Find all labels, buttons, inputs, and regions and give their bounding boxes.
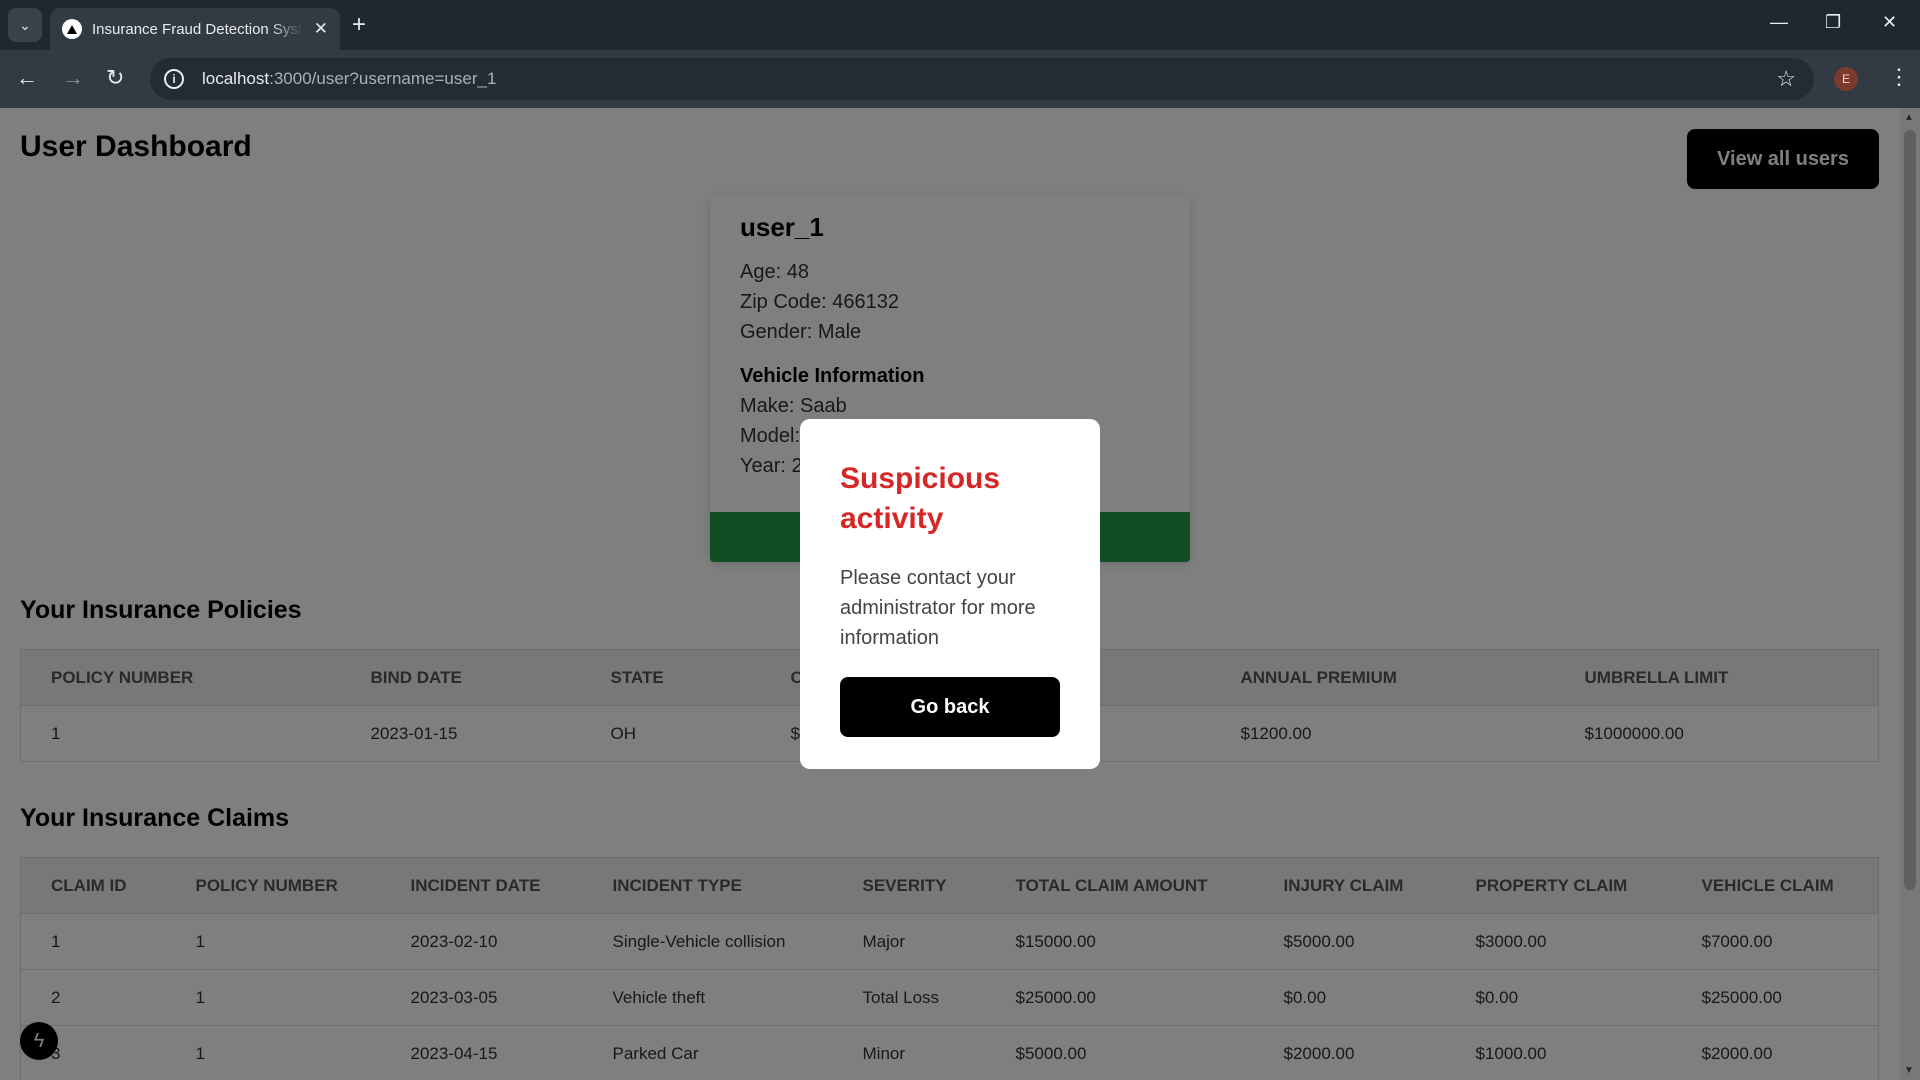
tab-search-button[interactable]: ⌄ — [8, 8, 42, 42]
tab-title: Insurance Fraud Detection System — [92, 20, 302, 38]
site-info-icon[interactable]: i — [164, 69, 184, 89]
nextjs-favicon-icon — [62, 19, 82, 39]
modal-message: Please contact your administrator for mo… — [840, 567, 1036, 649]
go-back-button[interactable]: Go back — [840, 677, 1060, 737]
browser-menu-icon[interactable]: ⋮ — [1888, 64, 1910, 90]
close-tab-icon[interactable]: ✕ — [314, 19, 328, 39]
url-text: localhost:3000/user?username=user_1 — [202, 69, 497, 88]
restore-icon[interactable]: ❐ — [1825, 12, 1841, 33]
suspicious-activity-modal: Suspicious activity Please contact your … — [800, 419, 1100, 769]
bookmark-star-icon[interactable]: ☆ — [1776, 66, 1796, 92]
forward-icon[interactable]: → — [62, 64, 84, 92]
reload-icon[interactable]: ↻ — [106, 64, 124, 92]
profile-avatar[interactable]: E — [1834, 67, 1858, 91]
new-tab-icon[interactable]: + — [352, 12, 366, 38]
minimize-icon[interactable]: — — [1770, 12, 1788, 33]
browser-tabstrip: ⌄ Insurance Fraud Detection System ✕ + —… — [0, 0, 1920, 50]
browser-tab[interactable]: Insurance Fraud Detection System ✕ — [50, 8, 340, 50]
address-bar[interactable]: i localhost:3000/user?username=user_1 ☆ — [150, 58, 1814, 100]
browser-toolbar: ← → ↻ i localhost:3000/user?username=use… — [0, 50, 1920, 108]
modal-title: Suspicious activity — [840, 462, 1001, 535]
close-window-icon[interactable]: ✕ — [1882, 12, 1897, 33]
back-icon[interactable]: ← — [16, 64, 38, 92]
